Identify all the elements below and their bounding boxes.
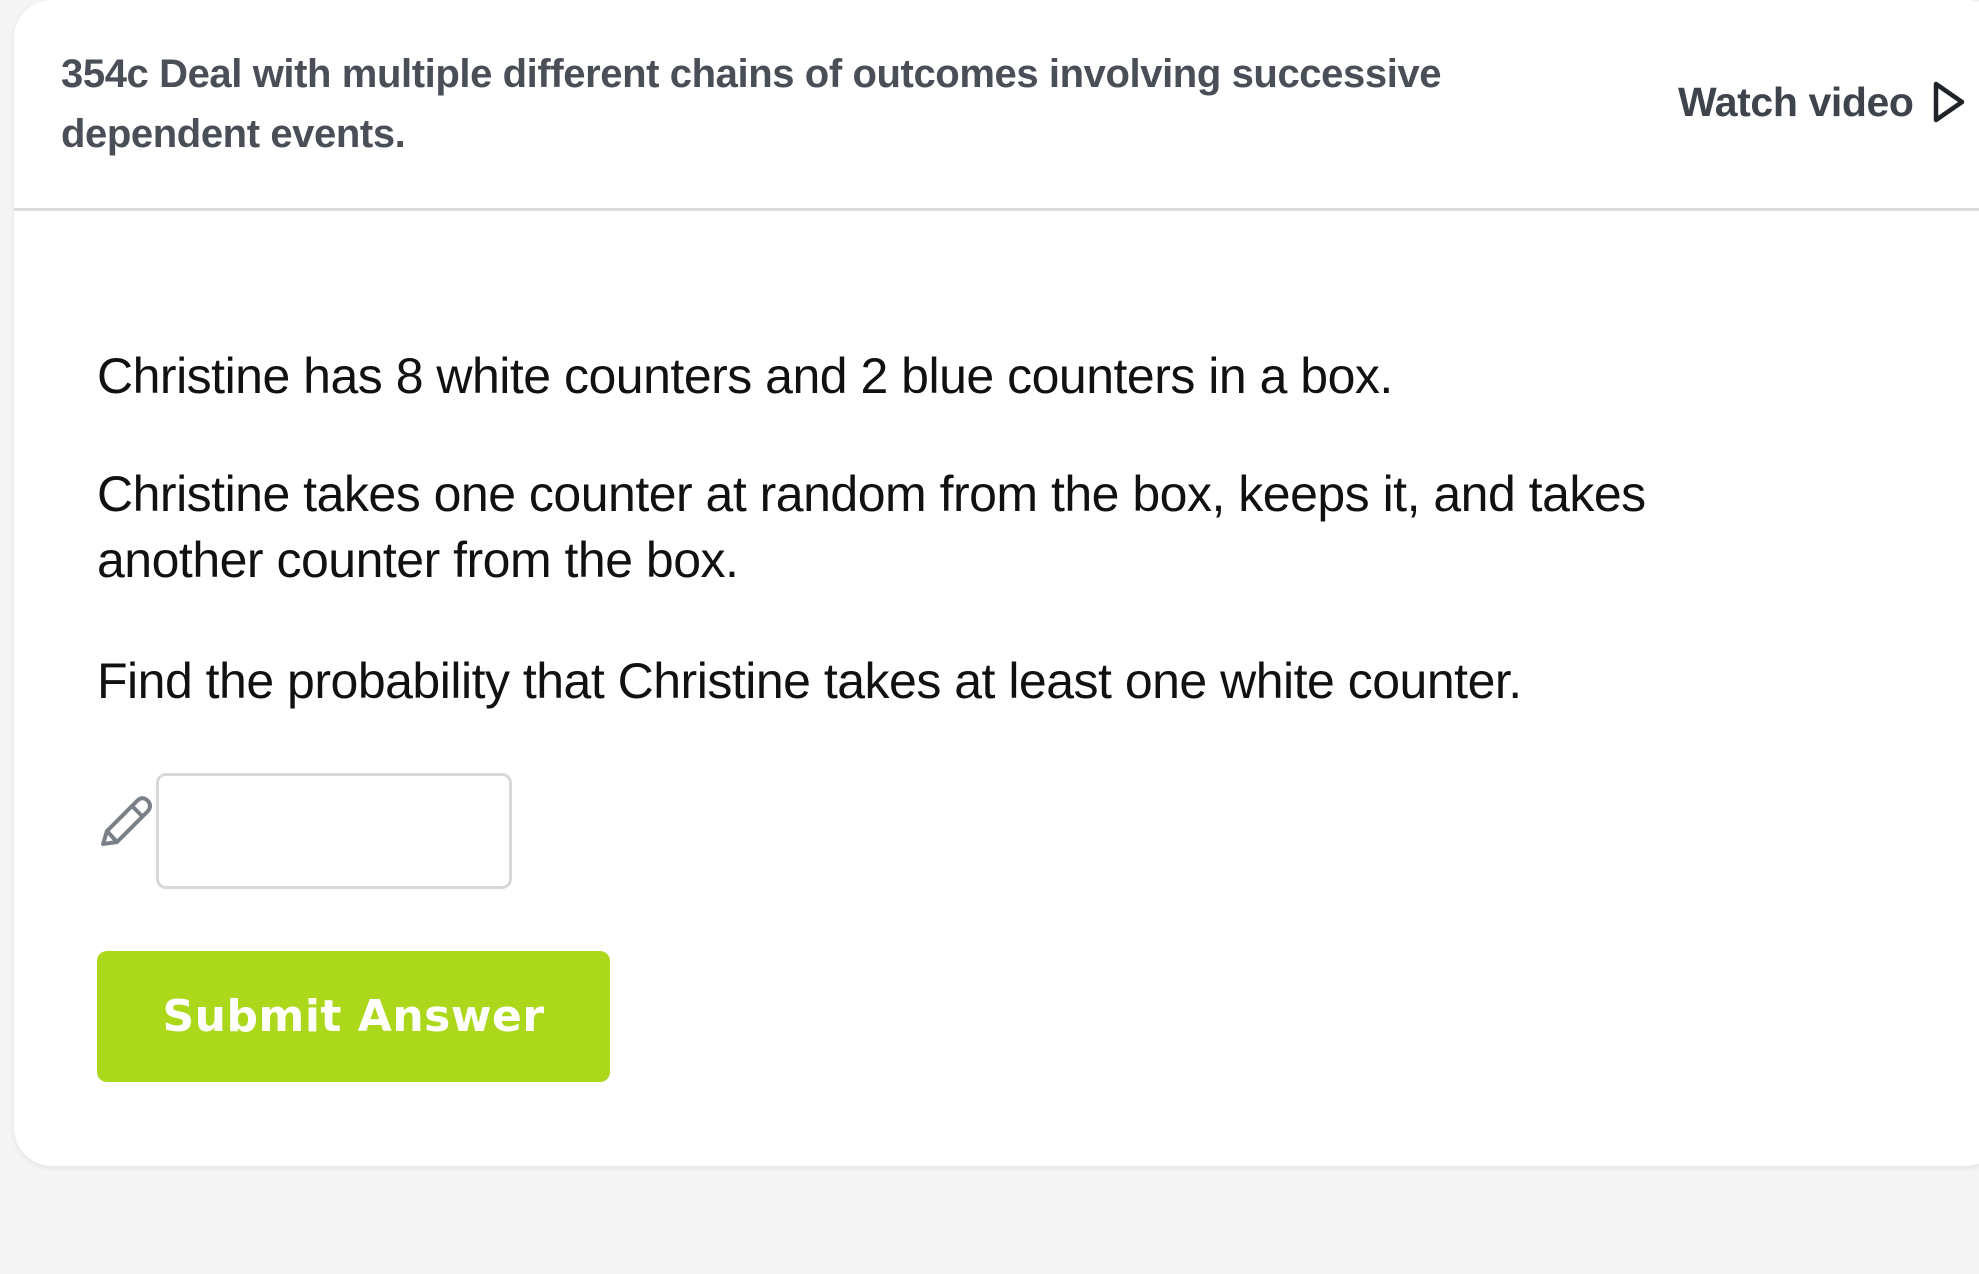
question-card: 354c Deal with multiple different chains… bbox=[14, 0, 1979, 1166]
play-icon bbox=[1933, 81, 1964, 123]
question-prompt: Find the probability that Christine take… bbox=[97, 653, 1522, 709]
question-paragraph: Christine has 8 white counters and 2 blu… bbox=[97, 348, 1393, 404]
watch-video-link[interactable]: Watch video bbox=[1678, 72, 1966, 132]
question-paragraph: Christine takes one counter at random fr… bbox=[97, 466, 1646, 588]
answer-input[interactable] bbox=[156, 773, 512, 889]
watch-video-label: Watch video bbox=[1678, 78, 1914, 125]
skill-title: 354c Deal with multiple different chains… bbox=[61, 52, 1442, 156]
submit-answer-button[interactable]: Submit Answer bbox=[97, 951, 610, 1082]
pencil-icon bbox=[101, 796, 152, 846]
skill-header: 354c Deal with multiple different chains… bbox=[14, 0, 1979, 211]
